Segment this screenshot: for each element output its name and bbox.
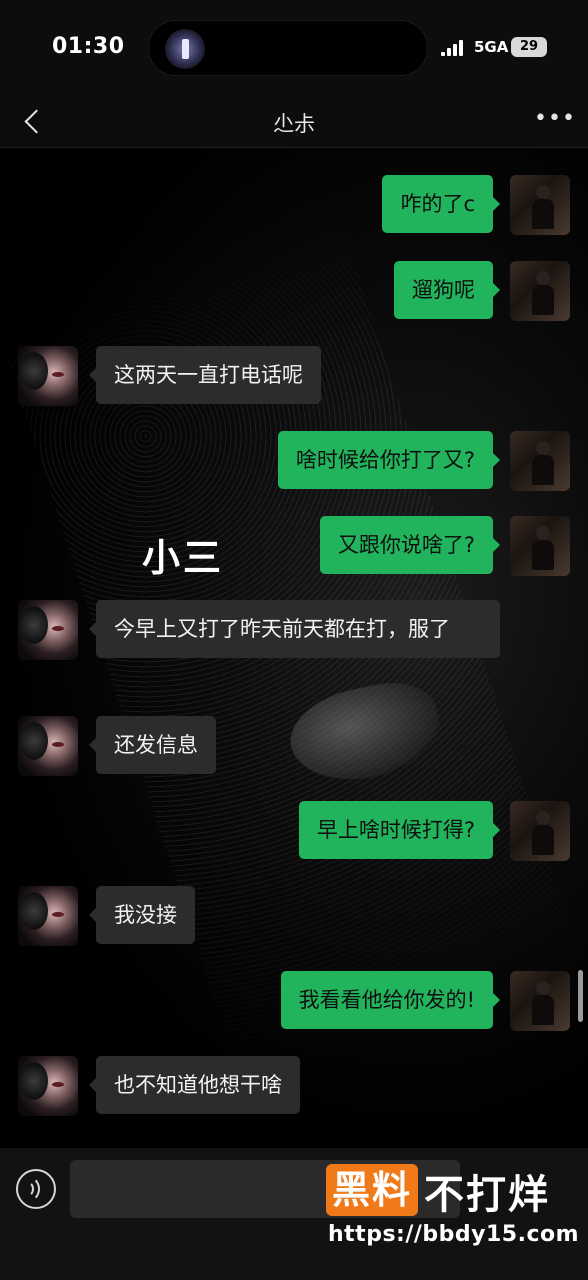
- battery-indicator: 29: [511, 37, 547, 57]
- outgoing-message-bubble[interactable]: 啥时候给你打了又?: [277, 431, 501, 489]
- site-watermark: 黑料 不打烊 https://bbdy15.com: [326, 1160, 586, 1270]
- signal-strength-icon: [441, 40, 467, 56]
- incoming-message-bubble[interactable]: 也不知道他想干啥: [89, 1056, 300, 1114]
- incoming-message-bubble[interactable]: 还发信息: [89, 716, 216, 774]
- outgoing-message-bubble[interactable]: 咋的了c: [382, 175, 500, 233]
- more-options-icon[interactable]: •••: [534, 108, 575, 134]
- my-avatar[interactable]: [510, 261, 570, 321]
- outgoing-message-bubble[interactable]: 我看看他给你发的!: [280, 971, 501, 1029]
- incoming-message-bubble[interactable]: 这两天一直打电话呢: [89, 346, 321, 404]
- message-list[interactable]: 咋的了c 遛狗呢 这两天一直打电话呢 啥时候给你打了又? 又跟你说啥了? 今早上…: [0, 148, 588, 1148]
- dynamic-island: [148, 20, 428, 76]
- my-avatar[interactable]: [510, 516, 570, 576]
- outgoing-message-bubble[interactable]: 早上啥时候打得?: [298, 801, 501, 859]
- contact-avatar[interactable]: [18, 886, 78, 946]
- my-avatar[interactable]: [510, 971, 570, 1031]
- incoming-message-bubble[interactable]: 今早上又打了昨天前天都在打，服了: [89, 600, 500, 658]
- overlay-annotation-label: 小三: [142, 536, 225, 580]
- my-avatar[interactable]: [510, 175, 570, 235]
- chat-contact-name: 尐尗: [273, 112, 315, 136]
- my-avatar[interactable]: [510, 431, 570, 491]
- outgoing-message-bubble[interactable]: 遛狗呢: [394, 261, 500, 319]
- network-type: 5GA: [474, 38, 509, 56]
- flashlight-icon: [165, 29, 205, 69]
- contact-avatar[interactable]: [18, 600, 78, 660]
- my-avatar[interactable]: [510, 801, 570, 861]
- outgoing-message-bubble[interactable]: 又跟你说啥了?: [319, 516, 501, 574]
- contact-avatar[interactable]: [18, 1056, 78, 1116]
- voice-input-icon[interactable]: [16, 1169, 56, 1209]
- status-time: 01:30: [52, 34, 125, 59]
- incoming-message-bubble[interactable]: 我没接: [89, 886, 195, 944]
- contact-avatar[interactable]: [18, 716, 78, 776]
- watermark-logo-text: 不打烊: [424, 1172, 550, 1218]
- chat-header: 尐尗 •••: [0, 96, 588, 148]
- scrollbar-thumb[interactable]: [578, 970, 583, 1022]
- watermark-logo-box: 黑料: [326, 1164, 418, 1216]
- watermark-url: https://bbdy15.com: [328, 1222, 580, 1247]
- contact-avatar[interactable]: [18, 346, 78, 406]
- status-bar: 01:30 5GA 29: [0, 0, 588, 96]
